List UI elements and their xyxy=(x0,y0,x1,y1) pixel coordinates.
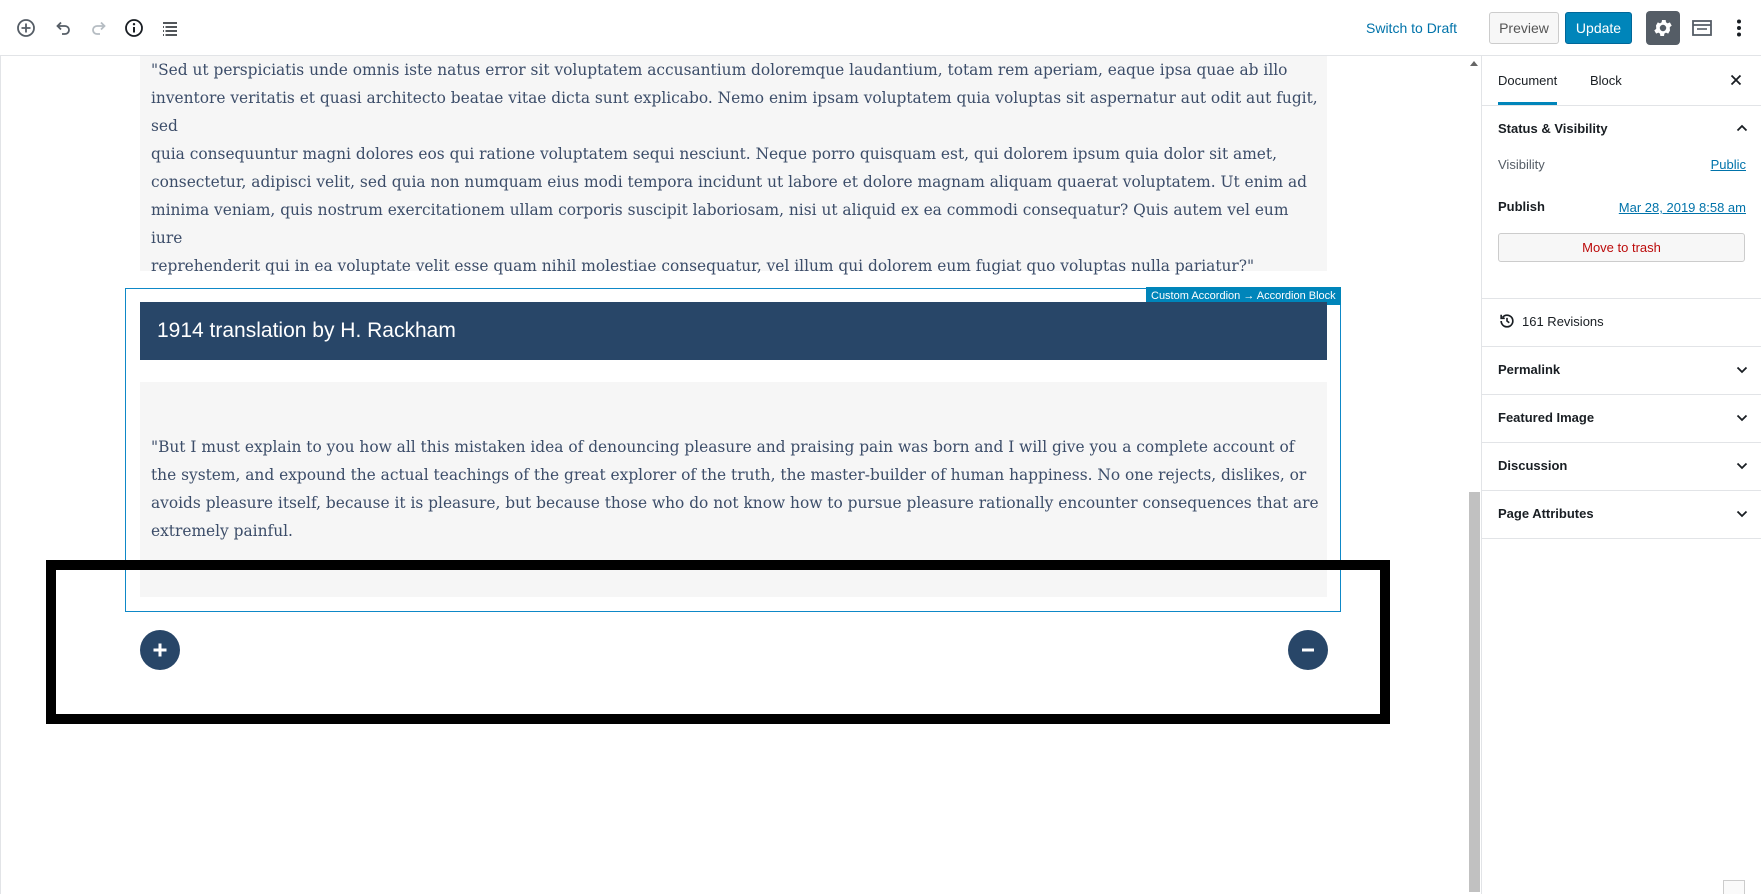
accordion-title[interactable]: 1914 translation by H. Rackham xyxy=(157,302,456,360)
history-icon xyxy=(1500,314,1514,328)
info-icon[interactable] xyxy=(118,12,150,44)
featured-image-toggle[interactable]: Featured Image xyxy=(1498,410,1594,425)
scroll-up-icon[interactable] xyxy=(1470,61,1478,66)
add-block-icon[interactable] xyxy=(10,12,42,44)
status-visibility-toggle[interactable]: Status & Visibility xyxy=(1498,121,1608,136)
paragraph-block[interactable]: "Sed ut perspiciatis unde omnis iste nat… xyxy=(140,56,1327,275)
chevron-down-icon[interactable] xyxy=(1736,413,1748,423)
highlight-annotation-box xyxy=(46,560,1390,724)
move-to-trash-button[interactable]: Move to trash xyxy=(1498,233,1745,262)
sidebar-tabs: Document Block xyxy=(1482,56,1761,106)
revisions-label[interactable]: 161 Revisions xyxy=(1522,314,1604,329)
visibility-label: Visibility xyxy=(1498,157,1545,172)
editor-scrollbar[interactable] xyxy=(1467,56,1481,894)
fullscreen-icon[interactable] xyxy=(1686,12,1718,44)
minus-circle-icon[interactable] xyxy=(1288,630,1328,670)
chevron-down-icon[interactable] xyxy=(1736,509,1748,519)
preview-button[interactable]: Preview xyxy=(1489,12,1559,44)
accordion-text[interactable]: "But I must explain to you how all this … xyxy=(151,433,1321,545)
permalink-panel[interactable]: Permalink xyxy=(1482,346,1761,395)
visibility-value-link[interactable]: Public xyxy=(1711,157,1746,172)
update-button[interactable]: Update xyxy=(1565,12,1632,44)
settings-sidebar: Document Block Status & Visibility Visib… xyxy=(1481,56,1761,894)
page-attributes-toggle[interactable]: Page Attributes xyxy=(1498,506,1594,521)
plus-circle-icon[interactable] xyxy=(140,630,180,670)
publish-label: Publish xyxy=(1498,199,1545,214)
block-navigation-icon[interactable] xyxy=(154,12,186,44)
close-icon[interactable] xyxy=(1726,70,1746,90)
publish-date-link[interactable]: Mar 28, 2019 8:58 am xyxy=(1619,200,1746,215)
discussion-toggle[interactable]: Discussion xyxy=(1498,458,1567,473)
tab-block[interactable]: Block xyxy=(1590,56,1622,105)
resize-corner-icon xyxy=(1723,880,1745,894)
revisions-row[interactable]: 161 Revisions xyxy=(1482,298,1761,347)
undo-icon[interactable] xyxy=(47,12,79,44)
switch-to-draft-button[interactable]: Switch to Draft xyxy=(1366,18,1457,38)
paragraph-text[interactable]: "Sed ut perspiciatis unde omnis iste nat… xyxy=(151,56,1321,280)
more-vertical-icon[interactable] xyxy=(1723,12,1755,44)
tab-document[interactable]: Document xyxy=(1498,56,1558,105)
discussion-panel[interactable]: Discussion xyxy=(1482,442,1761,491)
status-visibility-panel: Status & Visibility Visibility Public Pu… xyxy=(1482,105,1761,299)
editor-toolbar: Switch to Draft Preview Update xyxy=(0,0,1761,56)
chevron-down-icon[interactable] xyxy=(1736,365,1748,375)
scrollbar-thumb[interactable] xyxy=(1469,492,1480,892)
featured-image-panel[interactable]: Featured Image xyxy=(1482,394,1761,443)
gear-icon[interactable] xyxy=(1646,11,1680,45)
editor-canvas: "Sed ut perspiciatis unde omnis iste nat… xyxy=(0,56,1481,894)
accordion-header[interactable]: 1914 translation by H. Rackham xyxy=(140,302,1327,360)
redo-icon[interactable] xyxy=(83,12,115,44)
permalink-toggle[interactable]: Permalink xyxy=(1498,362,1560,377)
chevron-up-icon[interactable] xyxy=(1736,123,1748,133)
chevron-down-icon[interactable] xyxy=(1736,461,1748,471)
page-attributes-panel[interactable]: Page Attributes xyxy=(1482,490,1761,539)
